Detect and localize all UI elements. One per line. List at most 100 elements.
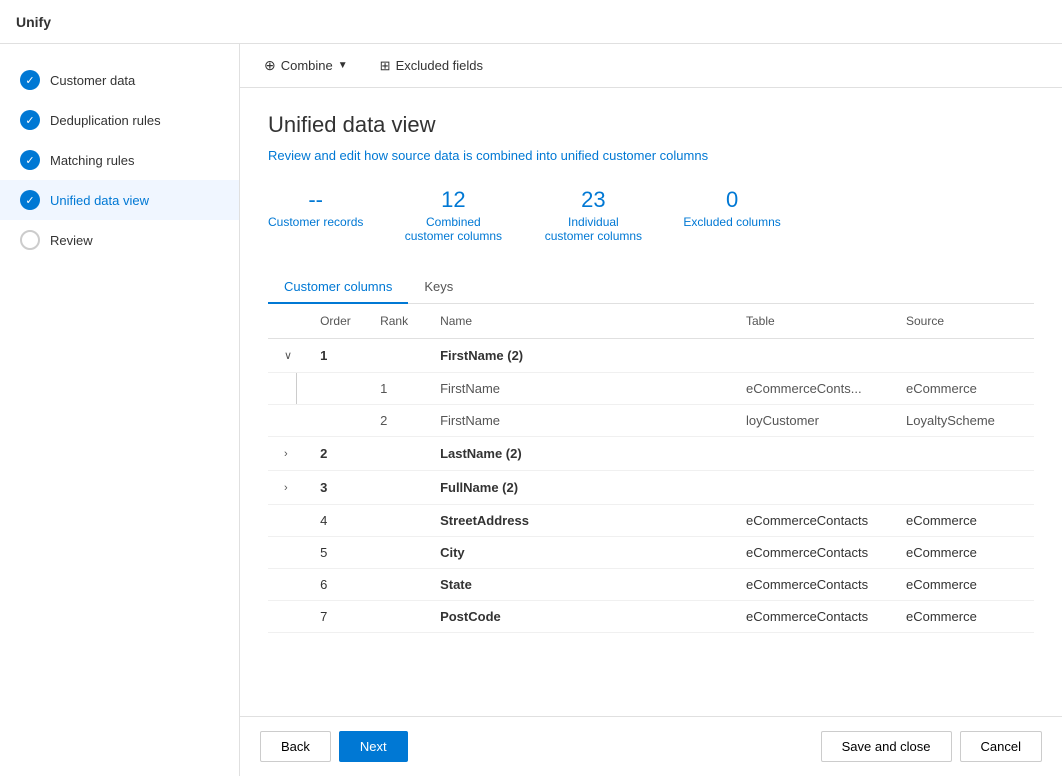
rank-cell-ln <box>368 437 428 471</box>
footer-right: Save and close Cancel <box>821 731 1042 762</box>
stats-row: -- Customer records 12 Combined customer… <box>268 187 1034 243</box>
page-subtitle: Review and edit how source data is combi… <box>268 148 1034 163</box>
col-header-source: Source <box>894 304 1034 339</box>
sidebar-circle-customer-data: ✓ <box>20 70 40 90</box>
save-close-button[interactable]: Save and close <box>821 731 952 762</box>
table-row: 6 State eCommerceContacts eCommerce <box>268 569 1034 601</box>
table-row: › 3 FullName (2) <box>268 471 1034 505</box>
stat-value-excluded-columns: 0 <box>683 187 780 213</box>
back-button[interactable]: Back <box>260 731 331 762</box>
stat-value-customer-records: -- <box>268 187 363 213</box>
table-row: 1 FirstName eCommerceConts... eCommerce <box>268 373 1034 405</box>
expand-cell-city <box>268 537 308 569</box>
cancel-button[interactable]: Cancel <box>960 731 1042 762</box>
table-row: › 2 LastName (2) <box>268 437 1034 471</box>
order-cell-ln: 2 <box>308 437 368 471</box>
tab-customer-columns[interactable]: Customer columns <box>268 271 408 304</box>
order-cell-pc: 7 <box>308 601 368 633</box>
col-header-name: Name <box>428 304 734 339</box>
sidebar-item-review[interactable]: Review <box>0 220 239 260</box>
order-cell: 1 <box>308 339 368 373</box>
source-cell-fn <box>894 471 1034 505</box>
expand-cell-sub <box>268 373 308 405</box>
excluded-fields-icon: ⊞ <box>380 58 391 74</box>
name-cell: FirstName (2) <box>428 339 734 373</box>
order-cell-city: 5 <box>308 537 368 569</box>
combine-label: Combine <box>281 58 333 73</box>
tab-keys[interactable]: Keys <box>408 271 469 304</box>
expand-cell-pc <box>268 601 308 633</box>
name-cell-state: State <box>428 569 734 601</box>
stat-value-individual-columns: 23 <box>543 187 643 213</box>
stat-individual-columns: 23 Individual customer columns <box>543 187 643 243</box>
sidebar-label-unified-data-view: Unified data view <box>50 193 149 208</box>
page-content: Unified data view Review and edit how so… <box>240 88 1062 716</box>
expand-fullname-button[interactable]: › <box>280 480 292 496</box>
sidebar-circle-deduplication-rules: ✓ <box>20 110 40 130</box>
table-cell-sa: eCommerceContacts <box>734 505 894 537</box>
name-cell-fn: FullName (2) <box>428 471 734 505</box>
source-cell-pc: eCommerce <box>894 601 1034 633</box>
stat-excluded-columns: 0 Excluded columns <box>683 187 780 243</box>
table-row: 4 StreetAddress eCommerceContacts eComme… <box>268 505 1034 537</box>
table-cell-state: eCommerceContacts <box>734 569 894 601</box>
order-cell-sub <box>308 373 368 405</box>
rank-cell <box>368 339 428 373</box>
table-cell-sub2: loyCustomer <box>734 405 894 437</box>
expand-firstname-button[interactable]: ∨ <box>280 347 296 364</box>
table-row: 5 City eCommerceContacts eCommerce <box>268 537 1034 569</box>
sidebar-item-unified-data-view[interactable]: ✓ Unified data view <box>0 180 239 220</box>
order-cell-state: 6 <box>308 569 368 601</box>
top-bar: Unify <box>0 0 1062 44</box>
source-cell <box>894 339 1034 373</box>
stat-customer-records: -- Customer records <box>268 187 363 243</box>
combine-button[interactable]: ⊕ Combine ▼ <box>256 53 356 78</box>
excluded-fields-button[interactable]: ⊞ Excluded fields <box>372 54 491 78</box>
source-cell-city: eCommerce <box>894 537 1034 569</box>
name-cell-city: City <box>428 537 734 569</box>
col-header-order: Order <box>308 304 368 339</box>
order-cell-sub2 <box>308 405 368 437</box>
expand-cell-ln[interactable]: › <box>268 437 308 471</box>
source-cell-sub2: LoyaltyScheme <box>894 405 1034 437</box>
order-cell-fn: 3 <box>308 471 368 505</box>
combine-dropdown-icon: ▼ <box>338 60 348 71</box>
table-row: 7 PostCode eCommerceContacts eCommerce <box>268 601 1034 633</box>
table-cell-sub: eCommerceConts... <box>734 373 894 405</box>
table-header-row: Order Rank Name Table Source <box>268 304 1034 339</box>
name-cell-sub2: FirstName <box>428 405 734 437</box>
expand-lastname-button[interactable]: › <box>280 446 292 462</box>
source-cell-ln <box>894 437 1034 471</box>
expand-cell-state <box>268 569 308 601</box>
rank-cell-sa <box>368 505 428 537</box>
table-cell-ln <box>734 437 894 471</box>
name-cell-pc: PostCode <box>428 601 734 633</box>
stat-label-combined-columns: Combined customer columns <box>403 215 503 243</box>
stat-label-individual-columns: Individual customer columns <box>543 215 643 243</box>
sidebar: ✓ Customer data ✓ Deduplication rules ✓ … <box>0 44 240 776</box>
stat-label-customer-records: Customer records <box>268 215 363 229</box>
table-cell-city: eCommerceContacts <box>734 537 894 569</box>
sidebar-label-customer-data: Customer data <box>50 73 135 88</box>
tabs: Customer columns Keys <box>268 271 1034 304</box>
sidebar-item-matching-rules[interactable]: ✓ Matching rules <box>0 140 239 180</box>
rank-cell-fn <box>368 471 428 505</box>
table-cell-fn <box>734 471 894 505</box>
table-cell-pc: eCommerceContacts <box>734 601 894 633</box>
combine-icon: ⊕ <box>264 57 276 74</box>
footer-left: Back Next <box>260 731 408 762</box>
customer-columns-table: Order Rank Name Table Source ∨ 1 <box>268 304 1034 633</box>
sidebar-item-deduplication-rules[interactable]: ✓ Deduplication rules <box>0 100 239 140</box>
content-area: ⊕ Combine ▼ ⊞ Excluded fields Unified da… <box>240 44 1062 776</box>
col-header-table: Table <box>734 304 894 339</box>
col-header-expand <box>268 304 308 339</box>
next-button[interactable]: Next <box>339 731 408 762</box>
sidebar-circle-matching-rules: ✓ <box>20 150 40 170</box>
stat-combined-columns: 12 Combined customer columns <box>403 187 503 243</box>
sidebar-label-deduplication-rules: Deduplication rules <box>50 113 161 128</box>
footer: Back Next Save and close Cancel <box>240 716 1062 776</box>
sidebar-item-customer-data[interactable]: ✓ Customer data <box>0 60 239 100</box>
toolbar: ⊕ Combine ▼ ⊞ Excluded fields <box>240 44 1062 88</box>
expand-cell-fn[interactable]: › <box>268 471 308 505</box>
expand-cell[interactable]: ∨ <box>268 339 308 373</box>
